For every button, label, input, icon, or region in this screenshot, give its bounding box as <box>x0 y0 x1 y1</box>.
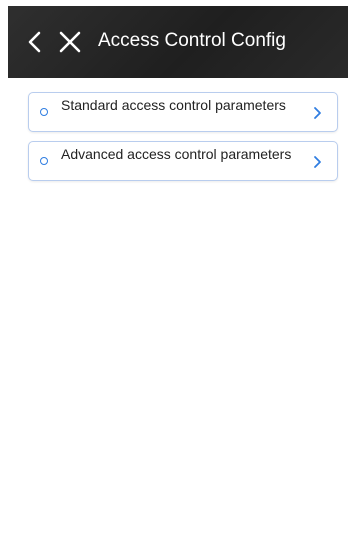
circle-icon <box>40 108 48 116</box>
screen: Access Control Config Standard access co… <box>8 0 348 557</box>
close-icon[interactable] <box>56 28 84 56</box>
menu-item-advanced-access-control[interactable]: Advanced access control parameters <box>28 141 338 181</box>
menu-item-standard-access-control[interactable]: Standard access control parameters <box>28 92 338 132</box>
circle-icon <box>40 157 48 165</box>
back-icon[interactable] <box>22 28 50 56</box>
menu-item-label: Standard access control parameters <box>61 97 286 113</box>
chevron-right-icon <box>311 105 325 121</box>
chevron-right-icon <box>311 154 325 170</box>
config-menu-list: Standard access control parameters Advan… <box>28 92 338 190</box>
page-title: Access Control Config <box>98 30 286 51</box>
top-bar: Access Control Config <box>8 6 348 78</box>
menu-item-label: Advanced access control parameters <box>61 146 292 162</box>
